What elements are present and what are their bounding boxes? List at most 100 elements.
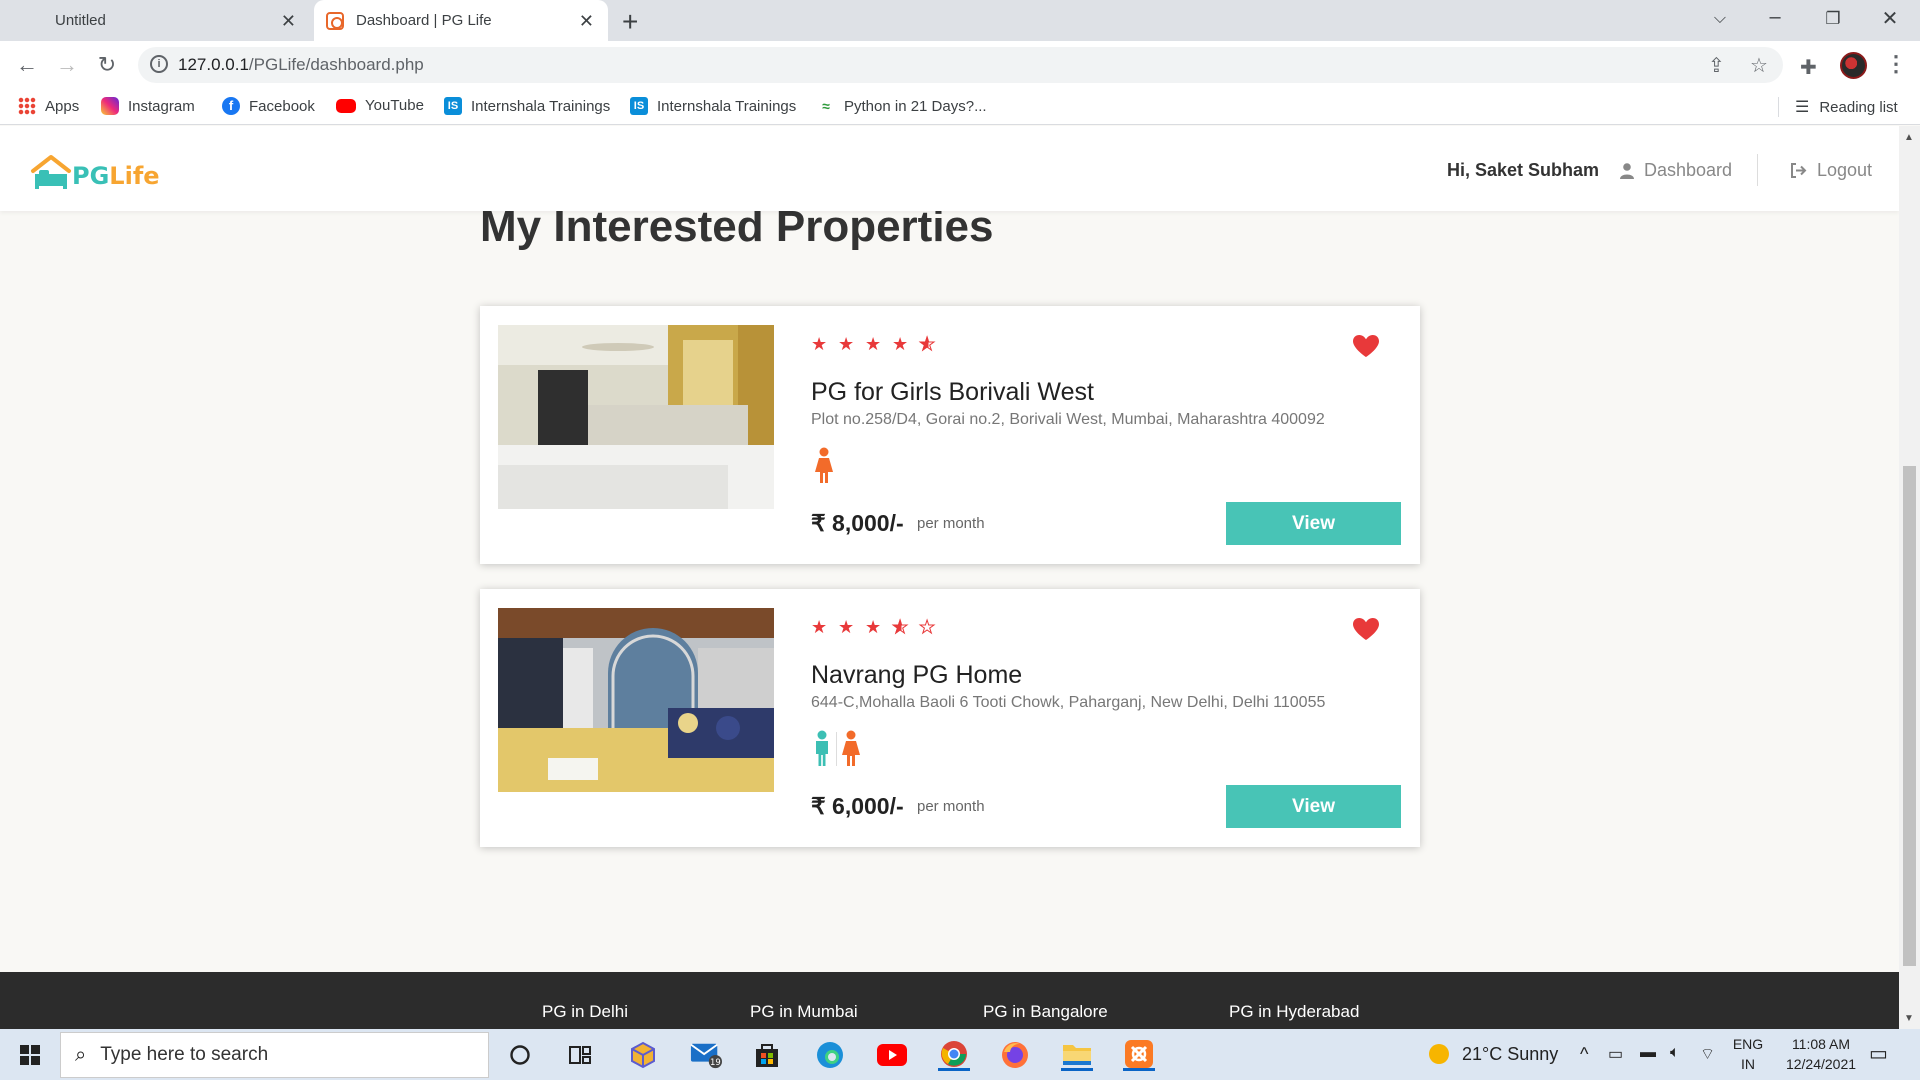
microsoft-store-icon[interactable]: [751, 1039, 783, 1071]
youtube-app-icon[interactable]: [876, 1039, 908, 1071]
female-icon: [815, 447, 833, 483]
bookmarks-bar: Apps Instagram f Facebook YouTube IS Int…: [0, 89, 1920, 125]
view-button[interactable]: View: [1226, 502, 1401, 545]
bookmark-instagram[interactable]: Instagram: [101, 97, 195, 115]
minimize-icon[interactable]: –: [1755, 6, 1795, 29]
search-icon: ⌕: [75, 1043, 87, 1066]
forward-icon[interactable]: →: [51, 49, 83, 81]
chrome-icon[interactable]: [938, 1039, 970, 1071]
clock-date[interactable]: 12/24/2021: [1766, 1056, 1876, 1072]
scroll-up-icon[interactable]: ▲: [1904, 132, 1914, 143]
firefox-icon[interactable]: [999, 1039, 1031, 1071]
bookmark-internshala-2[interactable]: IS Internshala Trainings: [630, 97, 796, 115]
taskbar-search[interactable]: ⌕ Type here to search: [60, 1032, 489, 1078]
cortana-icon[interactable]: [504, 1039, 536, 1071]
url-text[interactable]: 127.0.0.1/PGLife/dashboard.php: [178, 55, 424, 75]
scroll-down-icon[interactable]: ▼: [1904, 1013, 1914, 1024]
extensions-puzzle-icon[interactable]: ✚: [1800, 55, 1817, 80]
gender-divider: [836, 732, 837, 766]
tab-title: Untitled: [55, 12, 106, 29]
weather-text[interactable]: 21°C Sunny: [1462, 1044, 1558, 1065]
property-image[interactable]: [498, 325, 774, 509]
star-full-icon: ★: [865, 617, 882, 637]
tab-title: Dashboard | PG Life: [356, 12, 492, 29]
tab-close-icon[interactable]: ✕: [579, 11, 594, 32]
mail-icon[interactable]: 19: [690, 1039, 722, 1071]
pglife-logo[interactable]: PGLife: [30, 154, 160, 190]
browser-toolbar: ← → ↻ i 127.0.0.1/PGLife/dashboard.php ⇪…: [0, 41, 1920, 89]
new-tab-icon[interactable]: +: [622, 6, 638, 38]
windows-start-icon[interactable]: [20, 1045, 40, 1065]
bookmark-facebook[interactable]: f Facebook: [222, 97, 315, 115]
property-price: ₹ 8,000/-: [811, 510, 904, 536]
task-view-icon[interactable]: [564, 1039, 596, 1071]
bookmark-youtube[interactable]: YouTube: [336, 97, 424, 114]
heart-interested-icon[interactable]: [1352, 617, 1380, 641]
file-explorer-icon[interactable]: [1061, 1039, 1093, 1071]
tab-untitled[interactable]: Untitled ✕: [20, 0, 310, 41]
tab-dashboard[interactable]: Dashboard | PG Life ✕: [314, 0, 608, 41]
bookmark-python[interactable]: ≈ Python in 21 Days?...: [817, 97, 986, 115]
price-period: per month: [917, 798, 985, 815]
back-icon[interactable]: ←: [11, 49, 43, 81]
property-name: PG for Girls Borivali West: [811, 378, 1094, 406]
scroll-thumb[interactable]: [1903, 466, 1916, 966]
windows-taskbar: ⌕ Type here to search 19 21°C Sunny ^ ▭ …: [0, 1029, 1920, 1080]
internshala-icon: IS: [630, 97, 648, 115]
page-scrollbar[interactable]: ▲ ▼: [1899, 126, 1920, 1029]
footer-link-bangalore[interactable]: PG in Bangalore: [983, 1002, 1108, 1022]
view-button[interactable]: View: [1226, 785, 1401, 828]
bedroom-photo: [498, 325, 774, 509]
bookmark-apps[interactable]: Apps: [18, 97, 79, 115]
meet-now-icon[interactable]: ▭: [1608, 1044, 1623, 1064]
browser-menu-icon[interactable]: ⋮: [1885, 51, 1907, 77]
clock-time[interactable]: 11:08 AM: [1766, 1036, 1876, 1052]
site-info-icon[interactable]: i: [150, 55, 168, 73]
3d-viewer-icon[interactable]: [627, 1039, 659, 1071]
male-icon: [816, 730, 828, 766]
footer-link-hyderabad[interactable]: PG in Hyderabad: [1229, 1002, 1359, 1022]
reload-icon[interactable]: ↻: [91, 49, 123, 81]
property-address: Plot no.258/D4, Gorai no.2, Borivali Wes…: [811, 411, 1325, 428]
profile-avatar[interactable]: [1840, 52, 1867, 79]
reading-list-icon: ☰: [1795, 99, 1810, 116]
heart-interested-icon[interactable]: [1352, 334, 1380, 358]
logo-text: PGLife: [72, 162, 160, 190]
address-bar[interactable]: i 127.0.0.1/PGLife/dashboard.php ⇪ ☆: [138, 47, 1783, 83]
apps-grid-icon: [18, 97, 36, 115]
restore-icon[interactable]: ❐: [1813, 9, 1853, 29]
internshala-icon: IS: [444, 97, 462, 115]
star-full-icon: ★: [811, 334, 828, 354]
input-language-bottom[interactable]: IN: [1730, 1056, 1766, 1072]
bookmarks-divider: [1778, 97, 1779, 117]
female-icon: [842, 730, 860, 766]
footer-link-delhi[interactable]: PG in Delhi: [542, 1002, 628, 1022]
tab-close-icon[interactable]: ✕: [281, 11, 296, 32]
tab-search-chevron-icon[interactable]: ⌵: [1700, 10, 1740, 28]
volume-icon[interactable]: 🔈︎: [1670, 1044, 1680, 1062]
reading-list-button[interactable]: ☰ Reading list: [1795, 97, 1898, 117]
star-full-icon: ★: [865, 334, 882, 354]
battery-icon[interactable]: ▬: [1640, 1044, 1656, 1062]
property-address: 644-C,Mohalla Baoli 6 Tooti Chowk, Pahar…: [811, 694, 1326, 711]
weather-sun-icon[interactable]: [1428, 1043, 1450, 1070]
share-icon[interactable]: ⇪: [1708, 53, 1725, 78]
xampp-favicon-icon: [326, 11, 344, 30]
site-header: PGLife Hi, Saket Subham Dashboard Logout: [0, 126, 1899, 211]
input-language-top[interactable]: ENG: [1730, 1036, 1766, 1052]
star-full-icon: ★: [838, 617, 855, 637]
show-hidden-icons-chevron-icon[interactable]: ^: [1580, 1044, 1588, 1065]
nav-dashboard-link[interactable]: Dashboard: [1620, 160, 1732, 181]
bookmark-internshala-1[interactable]: IS Internshala Trainings: [444, 97, 610, 115]
site-footer: PG in Delhi PG in Mumbai PG in Bangalore…: [0, 972, 1899, 1029]
bookmark-star-icon[interactable]: ☆: [1750, 53, 1768, 78]
footer-link-mumbai[interactable]: PG in Mumbai: [750, 1002, 858, 1022]
close-window-icon[interactable]: ✕: [1870, 6, 1910, 31]
xampp-icon[interactable]: [1123, 1039, 1155, 1071]
wifi-icon[interactable]: ⌔: [1700, 1044, 1715, 1064]
property-image[interactable]: [498, 608, 774, 792]
nav-logout-link[interactable]: Logout: [1790, 160, 1872, 181]
notifications-icon[interactable]: ▭: [1869, 1041, 1888, 1066]
edge-icon[interactable]: [814, 1039, 846, 1071]
header-divider: [1757, 154, 1758, 186]
